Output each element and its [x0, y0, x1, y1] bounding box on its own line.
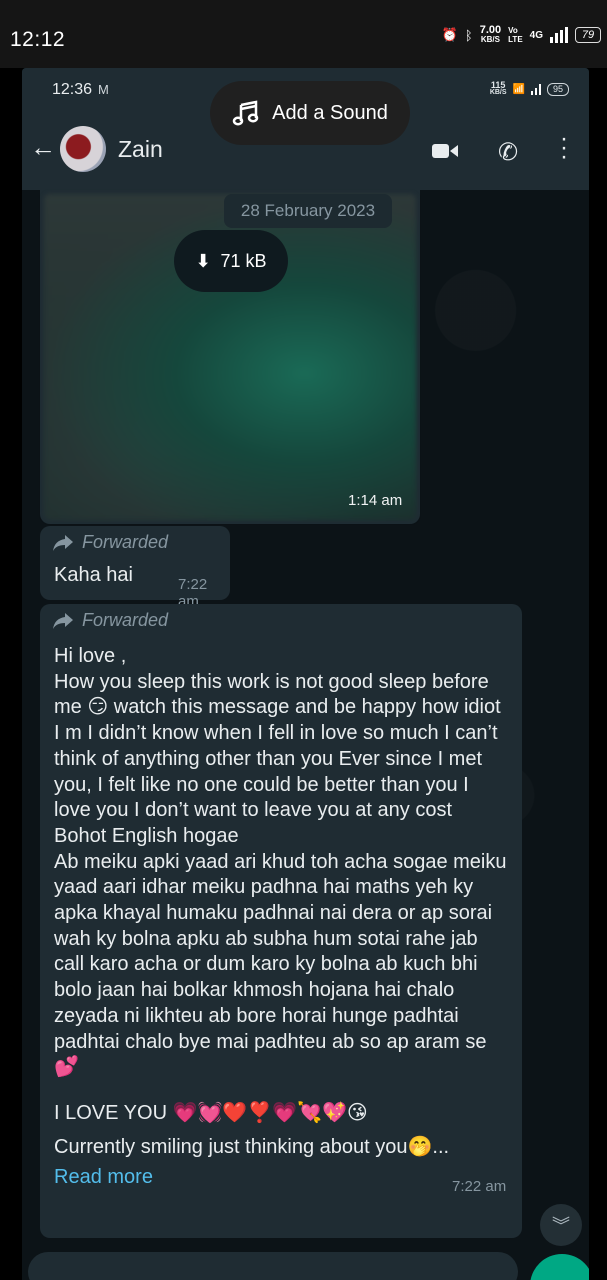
volte-icon: Vo LTE — [508, 26, 523, 44]
gmail-icon: M — [98, 82, 109, 97]
video-call-icon[interactable] — [432, 142, 458, 160]
outer-status-bar: 12:12 ⏰ ᛒ 7.00 KB/S Vo LTE 4G 79 — [0, 0, 607, 68]
read-more-link[interactable]: Read more — [54, 1166, 153, 1189]
download-size: 71 kB — [220, 250, 267, 271]
message-text: Hi love , How you sleep this work is not… — [54, 645, 507, 1079]
network-type: 4G — [529, 29, 543, 41]
net-speed: 7.00 KB/S — [479, 24, 502, 45]
inner-signal-icon — [531, 83, 541, 95]
avatar[interactable] — [60, 126, 106, 172]
download-arrow-icon: ⬇ — [195, 250, 211, 271]
inner-battery-icon: 95 — [547, 82, 569, 96]
back-arrow-icon[interactable]: ← — [30, 132, 56, 163]
forward-arrow-icon — [53, 612, 73, 629]
contact-name[interactable]: Zain — [118, 136, 163, 163]
outer-clock: 12:12 — [10, 28, 66, 51]
battery-icon: 79 — [575, 27, 601, 43]
forwarded-label: Forwarded — [52, 610, 168, 631]
inner-clock: 12:36 M — [52, 81, 109, 98]
phone-screenshot: 12:36 M 115 KB/S 📶 95 ← Zain ✆ · · · Add… — [22, 68, 589, 1280]
chevron-down-icon: ︾ — [552, 1216, 570, 1236]
message-input-bar[interactable] — [28, 1252, 518, 1280]
message-bubble[interactable]: Forwarded Kaha hai 7:22 am — [40, 526, 230, 610]
bluetooth-icon: ᛒ — [464, 27, 473, 43]
message-text: Kaha hai — [54, 564, 133, 586]
music-note-icon — [232, 100, 259, 126]
wifi-icon: 📶 — [512, 83, 525, 95]
message-timestamp: 7:22 am — [452, 1178, 507, 1195]
forward-arrow-icon — [53, 534, 73, 551]
add-sound-label: Add a Sound — [272, 101, 388, 124]
voice-call-icon[interactable]: ✆ — [498, 138, 518, 167]
forwarded-label: Forwarded — [52, 532, 168, 553]
message-bubble[interactable]: Forwarded Hi love , How you sleep this w… — [40, 604, 522, 1238]
date-chip: 28 February 2023 — [224, 194, 392, 228]
scroll-to-bottom-button[interactable]: ︾ — [540, 1204, 582, 1246]
message-hearts-line: I LOVE YOU 💗💓❤️❣️💗💘💖😘 — [54, 1102, 368, 1124]
inner-net-speed: 115 KB/S — [489, 80, 507, 97]
download-button[interactable]: ⬇ 71 kB — [174, 230, 288, 292]
alarm-icon: ⏰ — [441, 27, 458, 42]
media-timestamp: 1:14 am — [348, 492, 403, 509]
outer-status-icons: ⏰ ᛒ 7.00 KB/S Vo LTE 4G 79 — [441, 24, 601, 45]
message-last-line: Currently smiling just thinking about yo… — [54, 1136, 450, 1158]
signal-icon — [550, 27, 568, 43]
more-options-icon[interactable]: · · · — [560, 127, 568, 169]
inner-status-icons: 115 KB/S 📶 95 — [490, 81, 569, 97]
add-sound-button[interactable]: Add a Sound — [210, 81, 410, 145]
